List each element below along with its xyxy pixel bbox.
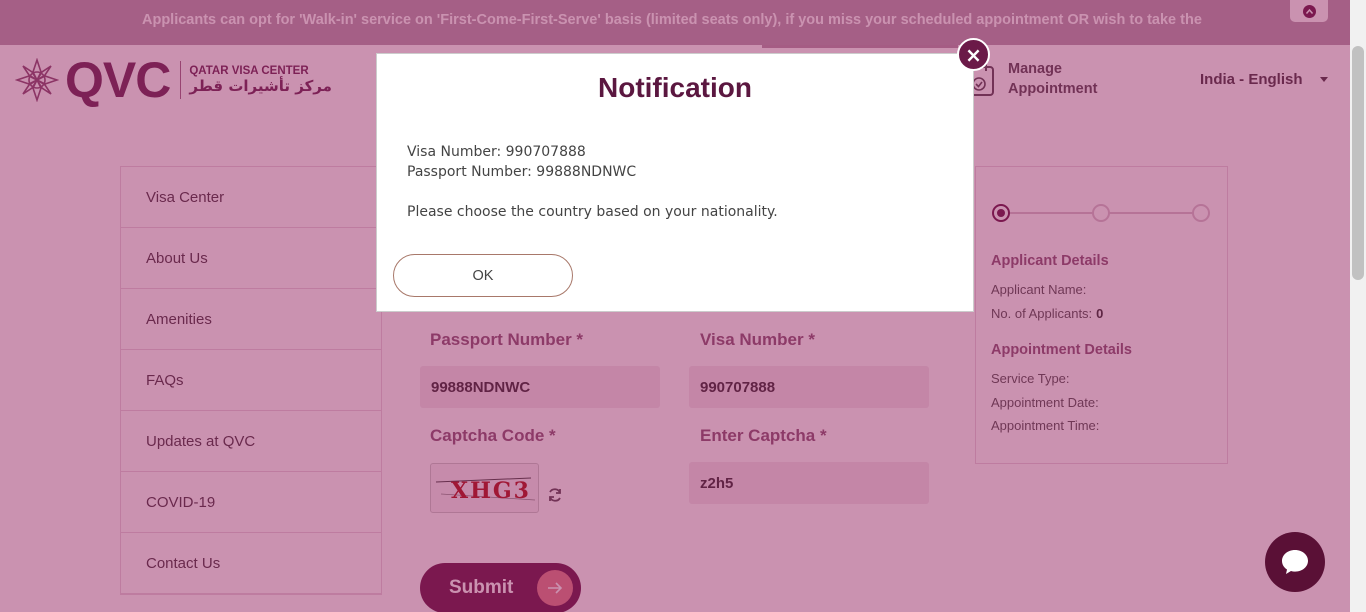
notification-dialog: Notification Visa Number: 990707888 Pass…: [376, 53, 974, 312]
ok-button[interactable]: OK: [393, 254, 573, 297]
dialog-title: Notification: [598, 72, 752, 103]
dialog-visa-line: Visa Number: 990707888: [407, 144, 586, 160]
dialog-body: Visa Number: 990707888 Passport Number: …: [407, 142, 778, 222]
page-scrollbar[interactable]: [1350, 0, 1366, 612]
chat-widget-button[interactable]: [1265, 532, 1325, 592]
scrollbar-thumb[interactable]: [1352, 46, 1364, 280]
chat-bubble-icon: [1282, 550, 1308, 574]
dialog-passport-line: Passport Number: 99888NDNWC: [407, 164, 637, 180]
close-icon[interactable]: ×: [957, 38, 990, 71]
dialog-message: Please choose the country based on your …: [407, 204, 778, 220]
